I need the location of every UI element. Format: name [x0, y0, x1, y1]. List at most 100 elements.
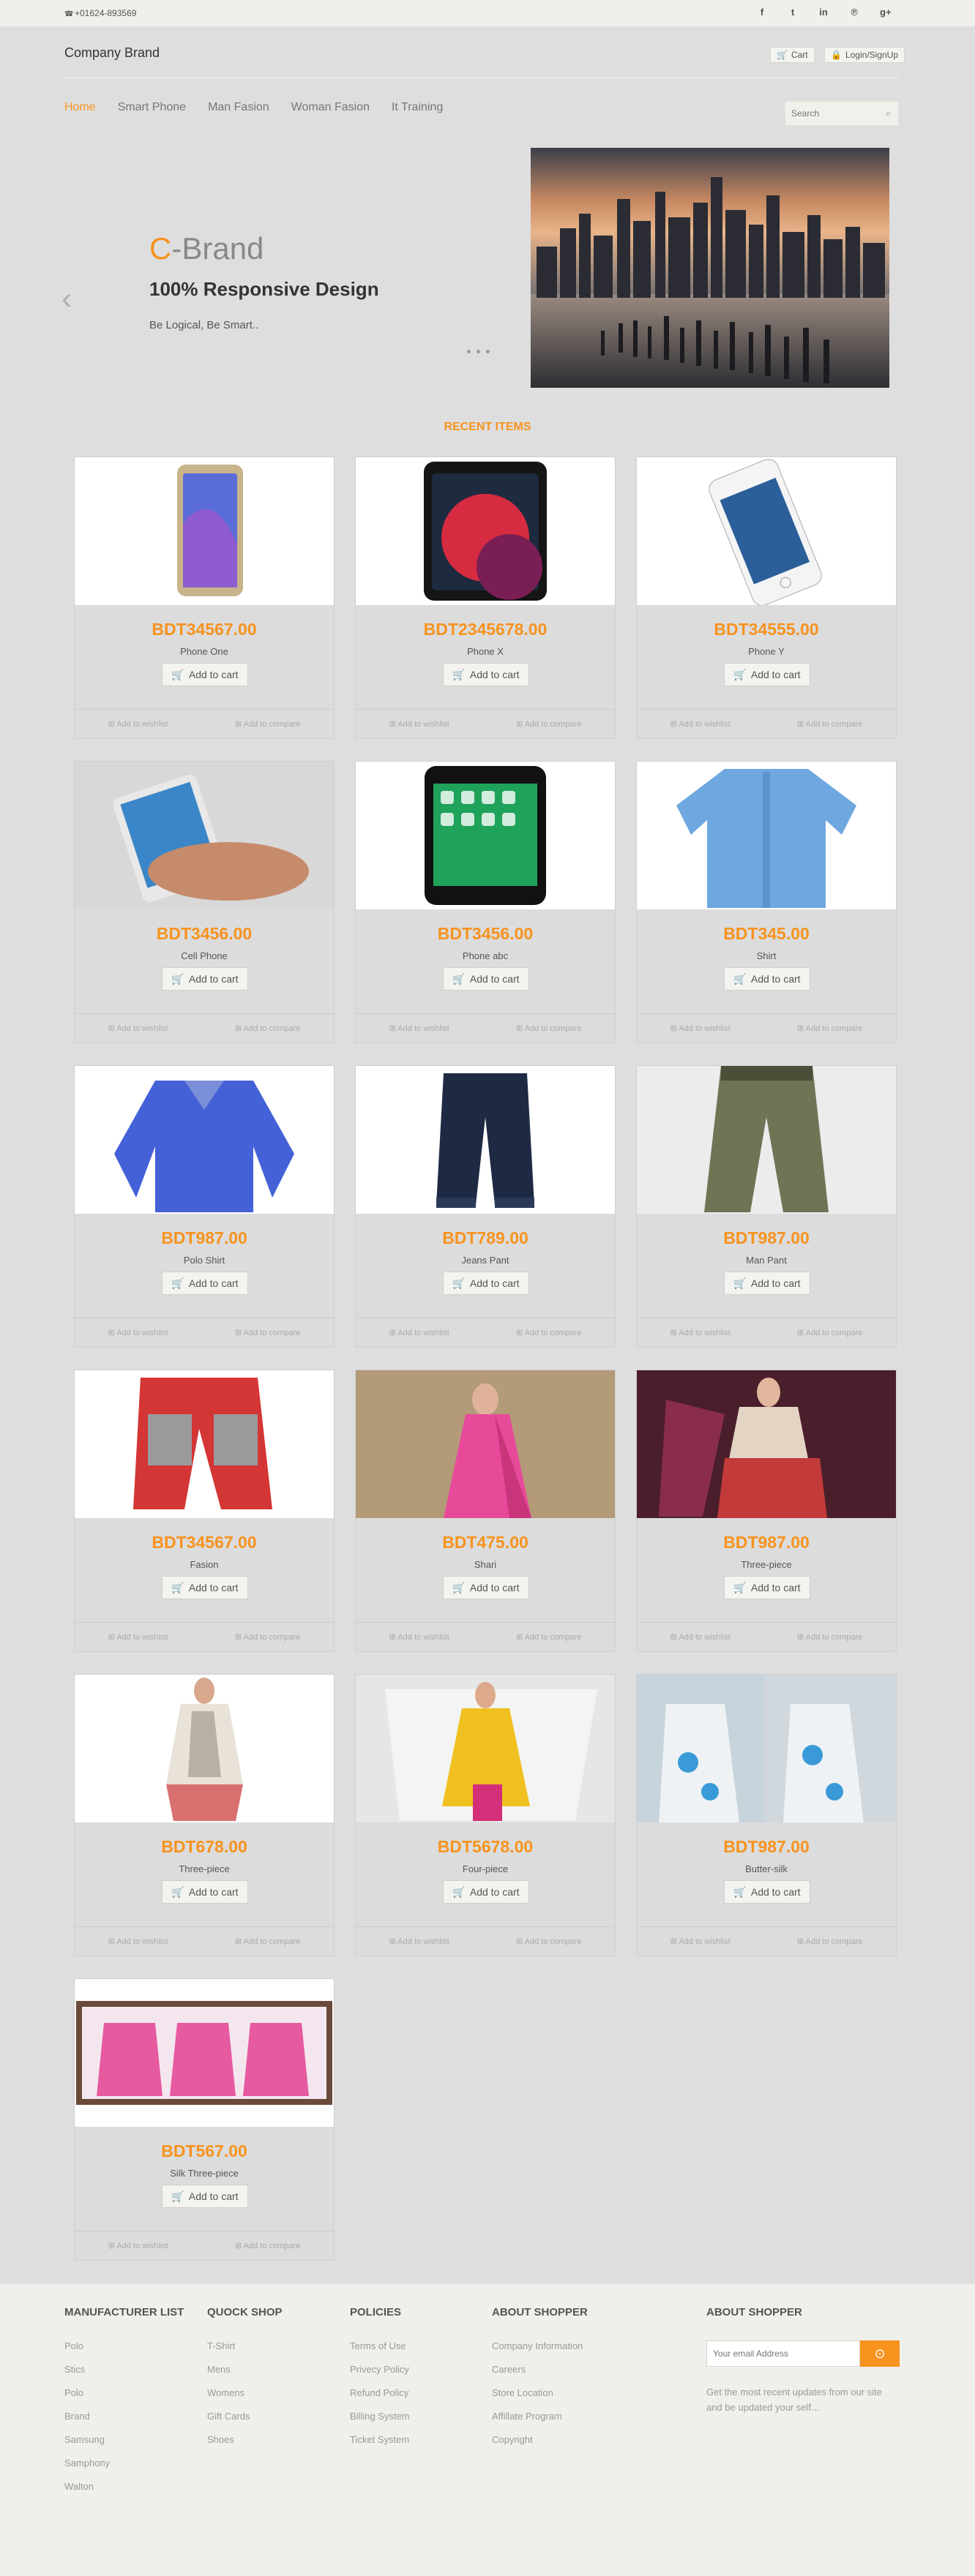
cart-button[interactable]: 🛒 Cart [770, 47, 815, 63]
add-to-compare-link[interactable]: ⊞ Add to compare [235, 719, 300, 729]
facebook-icon[interactable]: f [757, 7, 767, 18]
login-button[interactable]: 🔒 Login/SignUp [824, 47, 905, 63]
add-to-cart-button[interactable]: 🛒 Add to cart [162, 1576, 248, 1599]
add-to-cart-button[interactable]: 🛒 Add to cart [724, 1272, 810, 1295]
footer-link[interactable]: Company Information [492, 2340, 588, 2364]
add-to-wishlist-link[interactable]: ⊞ Add to wishlist [670, 1328, 731, 1337]
footer-link[interactable]: Brand [64, 2411, 184, 2434]
product-card[interactable]: BDT567.00 Silk Three-piece 🛒 Add to cart ⊞ A… [74, 1978, 335, 2261]
product-image[interactable] [356, 1675, 615, 1822]
nav-item-it-training[interactable]: It Training [392, 101, 443, 114]
footer-link[interactable]: Affillate Program [492, 2411, 588, 2434]
product-card[interactable]: BDT345.00 Shirt 🛒 Add to cart ⊞ Add to wishl… [636, 761, 897, 1043]
product-card[interactable]: BDT34555.00 Phone Y 🛒 Add to cart ⊞ Add to w… [636, 457, 897, 739]
add-to-compare-link[interactable]: ⊞ Add to compare [516, 1328, 581, 1337]
footer-link[interactable]: Gift Cards [207, 2411, 283, 2434]
nav-item-man-fasion[interactable]: Man Fasion [208, 101, 269, 114]
add-to-wishlist-link[interactable]: ⊞ Add to wishlist [108, 1937, 168, 1946]
add-to-wishlist-link[interactable]: ⊞ Add to wishlist [108, 1024, 168, 1033]
brand-logo[interactable]: Company Brand [64, 45, 160, 61]
product-card[interactable]: BDT987.00 Man Pant 🛒 Add to cart ⊞ Add to wi… [636, 1065, 897, 1348]
add-to-compare-link[interactable]: ⊞ Add to compare [516, 719, 581, 729]
add-to-wishlist-link[interactable]: ⊞ Add to wishlist [108, 1328, 168, 1337]
product-image[interactable] [75, 1675, 334, 1822]
product-card[interactable]: BDT3456.00 Cell Phone 🛒 Add to cart ⊞ Add to… [74, 761, 335, 1043]
nav-item-smart-phone[interactable]: Smart Phone [118, 101, 186, 114]
product-card[interactable]: BDT3456.00 Phone abc 🛒 Add to cart ⊞ Add to … [355, 761, 616, 1043]
product-image[interactable] [75, 457, 334, 605]
footer-link[interactable]: Terms of Use [350, 2340, 410, 2364]
footer-link[interactable]: Samsung [64, 2434, 184, 2457]
footer-link[interactable]: Store Location [492, 2387, 588, 2411]
footer-link[interactable]: Samphony [64, 2457, 184, 2481]
add-to-cart-button[interactable]: 🛒 Add to cart [443, 1576, 529, 1599]
product-card[interactable]: BDT789.00 Jeans Pant 🛒 Add to cart ⊞ Add to … [355, 1065, 616, 1348]
add-to-cart-button[interactable]: 🛒 Add to cart [162, 1272, 248, 1295]
add-to-wishlist-link[interactable]: ⊞ Add to wishlist [670, 1937, 731, 1946]
add-to-compare-link[interactable]: ⊞ Add to compare [797, 1328, 862, 1337]
add-to-cart-button[interactable]: 🛒 Add to cart [162, 1880, 248, 1904]
product-image[interactable] [637, 1370, 896, 1518]
add-to-compare-link[interactable]: ⊞ Add to compare [516, 1024, 581, 1033]
footer-link[interactable]: Mens [207, 2364, 283, 2387]
product-image[interactable] [356, 1370, 615, 1518]
add-to-cart-button[interactable]: 🛒 Add to cart [162, 2185, 248, 2208]
footer-link[interactable]: Refund Policy [350, 2387, 410, 2411]
add-to-cart-button[interactable]: 🛒 Add to cart [443, 1272, 529, 1295]
product-card[interactable]: BDT987.00 Three-piece 🛒 Add to cart ⊞ Add to… [636, 1370, 897, 1652]
product-card[interactable]: BDT987.00 Butter-silk 🛒 Add to cart ⊞ Add to… [636, 1674, 897, 1956]
add-to-cart-button[interactable]: 🛒 Add to cart [443, 1880, 529, 1904]
product-image[interactable] [637, 1066, 896, 1214]
google-plus-icon[interactable]: g+ [880, 7, 892, 18]
add-to-compare-link[interactable]: ⊞ Add to compare [797, 1024, 862, 1033]
add-to-wishlist-link[interactable]: ⊞ Add to wishlist [389, 719, 449, 729]
add-to-compare-link[interactable]: ⊞ Add to compare [797, 719, 862, 729]
add-to-wishlist-link[interactable]: ⊞ Add to wishlist [389, 1024, 449, 1033]
add-to-wishlist-link[interactable]: ⊞ Add to wishlist [670, 1024, 731, 1033]
add-to-wishlist-link[interactable]: ⊞ Add to wishlist [389, 1328, 449, 1337]
add-to-wishlist-link[interactable]: ⊞ Add to wishlist [670, 719, 731, 729]
twitter-icon[interactable]: t [788, 7, 798, 18]
footer-link[interactable]: Womens [207, 2387, 283, 2411]
add-to-compare-link[interactable]: ⊞ Add to compare [516, 1937, 581, 1946]
email-field[interactable] [706, 2340, 860, 2367]
search-icon[interactable]: ⌕ [886, 108, 891, 119]
nav-item-woman-fasion[interactable]: Woman Fasion [291, 101, 370, 114]
footer-link[interactable]: Billing System [350, 2411, 410, 2434]
add-to-cart-button[interactable]: 🛒 Add to cart [162, 663, 248, 686]
slider-prev-icon[interactable]: ‹ [61, 281, 72, 316]
add-to-wishlist-link[interactable]: ⊞ Add to wishlist [389, 1937, 449, 1946]
product-image[interactable] [637, 1675, 896, 1822]
slider-dot[interactable] [467, 350, 471, 353]
nav-item-home[interactable]: Home [64, 101, 96, 114]
product-image[interactable] [75, 1370, 334, 1518]
product-image[interactable] [75, 762, 334, 909]
product-image[interactable] [75, 1979, 334, 2127]
add-to-wishlist-link[interactable]: ⊞ Add to wishlist [670, 1632, 731, 1642]
add-to-wishlist-link[interactable]: ⊞ Add to wishlist [389, 1632, 449, 1642]
add-to-compare-link[interactable]: ⊞ Add to compare [235, 1024, 300, 1033]
product-card[interactable]: BDT475.00 Shari 🛒 Add to cart ⊞ Add to wishl… [355, 1370, 616, 1652]
footer-link[interactable]: Walton [64, 2481, 184, 2504]
add-to-wishlist-link[interactable]: ⊞ Add to wishlist [108, 719, 168, 729]
add-to-compare-link[interactable]: ⊞ Add to compare [797, 1937, 862, 1946]
product-image[interactable] [637, 457, 896, 605]
add-to-compare-link[interactable]: ⊞ Add to compare [235, 1328, 300, 1337]
add-to-cart-button[interactable]: 🛒 Add to cart [724, 1576, 810, 1599]
footer-link[interactable]: Ticket System [350, 2434, 410, 2457]
slider-dot[interactable] [486, 350, 490, 353]
product-card[interactable]: BDT987.00 Polo Shirt 🛒 Add to cart ⊞ Add to … [74, 1065, 335, 1348]
subscribe-button[interactable]: ⊙ [860, 2340, 900, 2367]
add-to-compare-link[interactable]: ⊞ Add to compare [516, 1632, 581, 1642]
add-to-cart-button[interactable]: 🛒 Add to cart [443, 663, 529, 686]
add-to-cart-button[interactable]: 🛒 Add to cart [162, 967, 248, 991]
add-to-wishlist-link[interactable]: ⊞ Add to wishlist [108, 1632, 168, 1642]
add-to-compare-link[interactable]: ⊞ Add to compare [797, 1632, 862, 1642]
product-image[interactable] [75, 1066, 334, 1214]
footer-link[interactable]: Shoes [207, 2434, 283, 2457]
product-image[interactable] [637, 762, 896, 909]
add-to-cart-button[interactable]: 🛒 Add to cart [724, 967, 810, 991]
footer-link[interactable]: Privecy Policy [350, 2364, 410, 2387]
add-to-compare-link[interactable]: ⊞ Add to compare [235, 1937, 300, 1946]
footer-link[interactable]: T-Shirt [207, 2340, 283, 2364]
